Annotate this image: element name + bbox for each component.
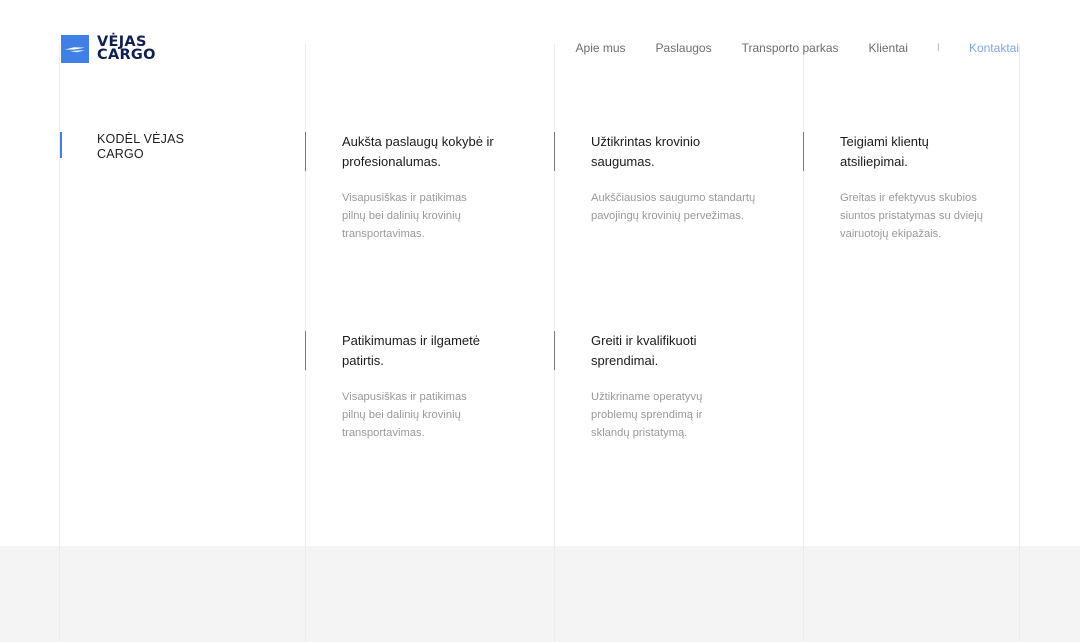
main-nav: Apie mus Paslaugos Transporto parkas Kli…	[576, 41, 1019, 55]
nav-item-apie-mus[interactable]: Apie mus	[576, 41, 626, 55]
card-header: Greiti ir kvalifikuoti sprendimai.	[554, 331, 791, 370]
card-title: Užtikrintas krovinio saugumas.	[591, 134, 701, 169]
card-header: Patikimumas ir ilgametė patirtis.	[305, 331, 542, 370]
feature-card: Užtikrintas krovinio saugumas. Aukščiaus…	[554, 132, 791, 225]
card-title: Aukšta paslaugų kokybė ir profesionaluma…	[342, 134, 494, 169]
feature-card: Patikimumas ir ilgametė patirtis. Visapu…	[305, 331, 542, 442]
logo-wind-icon	[61, 35, 89, 63]
logo-text: VĖJAS CARGO	[97, 35, 156, 63]
logo-line2: CARGO	[97, 47, 156, 63]
footer-band	[0, 546, 1080, 642]
feature-card: Greiti ir kvalifikuoti sprendimai. Užtik…	[554, 331, 791, 442]
card-text: Visapusiškas ir patikimas pilnų bei dali…	[342, 192, 467, 240]
card-header: Aukšta paslaugų kokybė ir profesionaluma…	[305, 132, 542, 171]
section-title: KODĖL VĖJAS CARGO	[60, 132, 220, 161]
card-title: Greiti ir kvalifikuoti sprendimai.	[591, 333, 697, 368]
brand-logo[interactable]: VĖJAS CARGO	[61, 35, 156, 63]
card-title: Patikimumas ir ilgametė patirtis.	[342, 333, 480, 368]
card-text: Užtikriname operatyvų problemų sprendimą…	[591, 391, 703, 439]
nav-item-transporto-parkas[interactable]: Transporto parkas	[742, 41, 839, 55]
card-text: Visapusiškas ir patikimas pilnų bei dali…	[342, 391, 467, 439]
feature-card: Aukšta paslaugų kokybė ir profesionaluma…	[305, 132, 542, 243]
card-header: Užtikrintas krovinio saugumas.	[554, 132, 791, 171]
card-title: Teigiami klientų atsiliepimai.	[840, 134, 929, 169]
nav-separator: I	[936, 42, 940, 54]
feature-card: Teigiami klientų atsiliepimai. Greitas i…	[803, 132, 1040, 243]
card-text: Greitas ir efektyvus skubios siuntos pri…	[840, 192, 984, 240]
card-text: Aukščiausios saugumo standartų pavojingų…	[591, 192, 756, 222]
card-header: Teigiami klientų atsiliepimai.	[803, 132, 1040, 171]
nav-item-klientai[interactable]: Klientai	[869, 41, 908, 55]
nav-item-kontaktai[interactable]: Kontaktai	[969, 41, 1019, 55]
nav-item-paslaugos[interactable]: Paslaugos	[656, 41, 712, 55]
